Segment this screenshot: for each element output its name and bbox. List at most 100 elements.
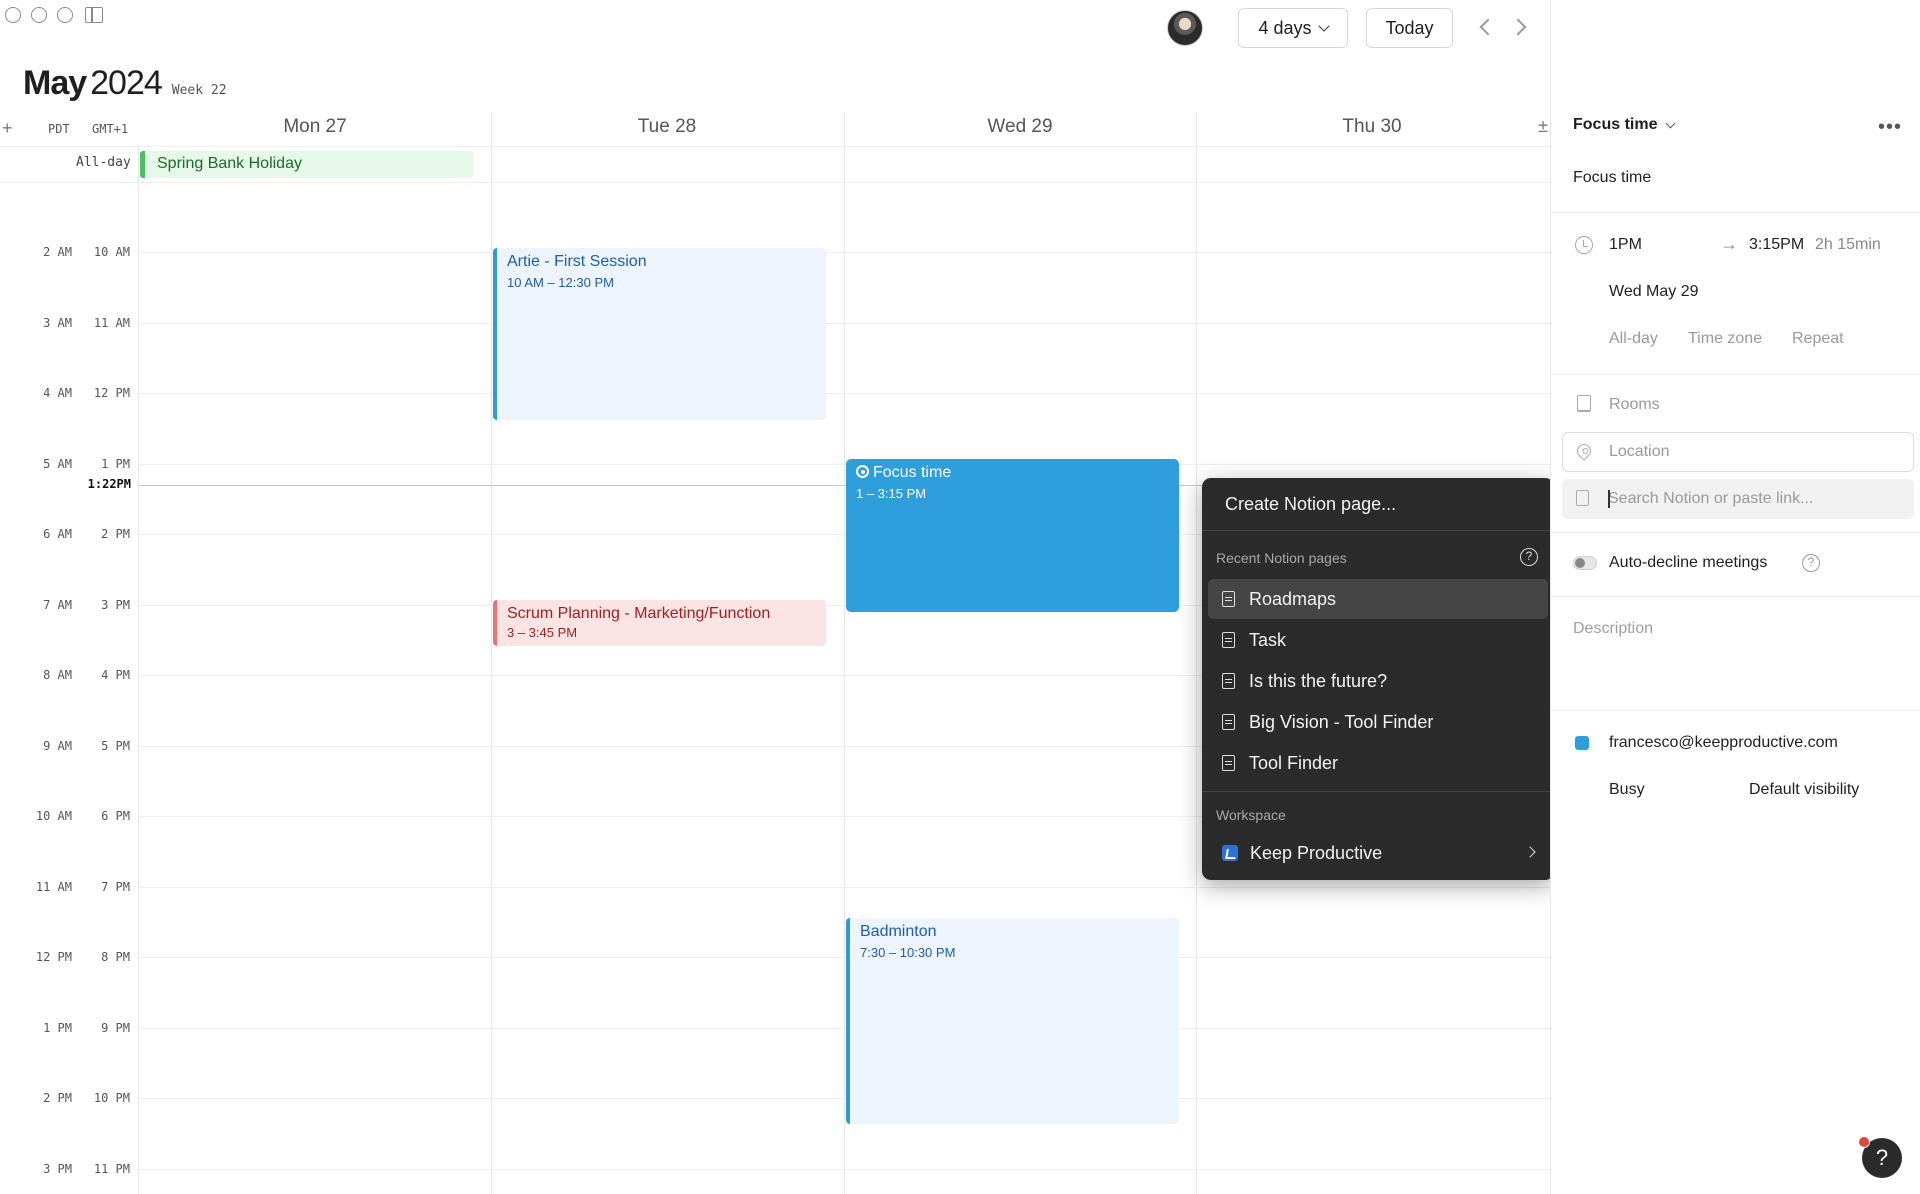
week-number: Week 22 [171,83,227,98]
event-title: Focus time [873,464,952,481]
page-icon [1576,490,1589,506]
current-time-label: 1:22PM [87,477,131,491]
workspace-item[interactable]: Keep Productive [1208,833,1548,873]
page-icon [1222,714,1235,730]
calendar-color-swatch[interactable] [1575,736,1589,750]
event-badminton[interactable]: Badminton 7:30 – 10:30 PM [846,918,1179,1124]
allday-option[interactable]: All-day [1609,330,1658,348]
notion-page-item[interactable]: Big Vision - Tool Finder [1208,702,1548,742]
event-name-field[interactable]: Focus time [1573,169,1651,187]
hour-line [138,463,1550,465]
notion-page-label: Task [1249,629,1287,650]
date-field[interactable]: Wed May 29 [1609,283,1699,301]
panel-divider [1551,532,1920,533]
time-gutter-divider [138,146,139,1194]
target-icon [856,465,869,478]
time-label-gmt: 2 PM [101,527,130,541]
notion-page-label: Is this the future? [1249,670,1388,691]
description-field[interactable]: Description [1573,620,1653,638]
minimize-window-button[interactable] [31,7,47,23]
calendar-account[interactable]: francesco@keepproductive.com [1609,734,1838,752]
maximize-window-button[interactable] [57,7,73,23]
day-header-tue[interactable]: Tue 28 [491,116,843,138]
view-range-dropdown[interactable]: 4 days [1238,8,1348,48]
time-label-gmt: 3 PM [101,597,130,612]
notification-dot [1858,1136,1870,1148]
location-input[interactable] [1609,433,1899,471]
chevron-right-icon [1524,846,1536,858]
day-header-thu[interactable]: Thu 30 [1196,116,1548,138]
hour-line [138,1168,1550,1170]
auto-decline-toggle[interactable] [1573,556,1597,570]
allday-label: All-day [76,155,131,170]
location-field[interactable] [1562,432,1914,472]
event-artie-first-session[interactable]: Artie - First Session 10 AM – 12:30 PM [493,248,826,420]
notion-page-item[interactable]: Tool Finder [1208,743,1548,783]
text-caret [1608,490,1610,508]
next-arrow-icon[interactable] [1509,18,1527,36]
help-icon[interactable]: ? [1802,554,1820,572]
event-time: 1 – 3:15 PM [856,486,927,501]
time-label-gmt: 10 AM [93,245,130,259]
rooms-field[interactable]: Rooms [1609,396,1660,414]
close-window-button[interactable] [5,7,21,23]
recent-pages-header: Recent Notion pages [1216,550,1347,566]
event-time: 10 AM – 12:30 PM [507,275,614,290]
page-icon [1222,755,1235,771]
end-time-field[interactable]: 3:15PM [1749,236,1804,254]
expand-days-icon[interactable]: ± [1538,116,1548,137]
timezone-secondary: GMT+1 [92,122,129,136]
previous-arrow-icon[interactable] [1479,18,1497,36]
page-icon [1222,673,1235,689]
avatar[interactable] [1167,10,1203,46]
hour-line [138,1098,1550,1099]
hour-line [138,322,1550,324]
notion-page-label: Tool Finder [1249,752,1339,773]
notion-link-menu: Create Notion page... Recent Notion page… [1202,478,1554,880]
time-label-gmt: 5 PM [101,738,130,753]
notion-page-item[interactable]: Task [1208,620,1548,660]
time-label-gmt: 12 PM [93,386,130,400]
day-header-wed[interactable]: Wed 29 [844,116,1196,138]
panel-divider [1551,596,1920,597]
notion-search-input[interactable] [1608,479,1898,519]
time-label-gmt: 7 PM [101,879,130,894]
busy-status[interactable]: Busy [1609,781,1645,799]
time-label-gmt: 10 PM [93,1091,130,1105]
today-button[interactable]: Today [1366,8,1453,48]
chevron-down-icon [1317,20,1330,32]
event-details-panel: Focus time ••• Focus time 1PM → 3:15PM 2… [1550,0,1920,1194]
create-notion-page-button[interactable]: Create Notion page... [1225,494,1396,515]
visibility-setting[interactable]: Default visibility [1749,781,1859,799]
event-focus-time[interactable]: Focus time 1 – 3:15 PM [846,459,1179,612]
time-label-gmt: 4 PM [101,668,130,682]
room-icon [1577,395,1591,412]
hour-line [138,252,1550,253]
event-time: 3 – 3:45 PM [507,625,578,640]
sidebar-toggle-icon[interactable] [85,7,103,23]
panel-divider [1551,374,1920,375]
hour-line [138,1027,1550,1029]
timezone-option[interactable]: Time zone [1688,330,1762,348]
notion-search-field[interactable] [1562,479,1914,519]
notion-page-label: Big Vision - Tool Finder [1249,711,1434,732]
start-time-field[interactable]: 1PM [1609,236,1642,254]
hour-line [138,957,1550,958]
help-icon[interactable]: ? [1520,548,1538,566]
calendar-type-dropdown[interactable]: Focus time [1573,116,1676,134]
notion-page-item[interactable]: Roadmaps [1208,579,1548,619]
day-header-mon[interactable]: Mon 27 [139,116,491,138]
event-title: Artie - First Session [507,253,647,270]
more-options-icon[interactable]: ••• [1878,116,1902,139]
panel-divider [1551,212,1920,213]
event-scrum-planning[interactable]: Scrum Planning - Marketing/Function 3 – … [493,600,826,646]
add-timezone-icon[interactable]: + [2,118,13,139]
event-spring-bank-holiday[interactable]: Spring Bank Holiday [140,151,473,178]
hour-line [138,886,1550,888]
notion-page-item[interactable]: Is this the future? [1208,661,1548,701]
page-icon [1222,632,1235,648]
repeat-option[interactable]: Repeat [1792,330,1844,348]
day-header-row: + PDT GMT+1 Mon 27 Tue 28 Wed 29 Thu 30 … [0,112,1550,144]
clock-icon [1575,236,1593,254]
event-time: 7:30 – 10:30 PM [860,945,956,960]
